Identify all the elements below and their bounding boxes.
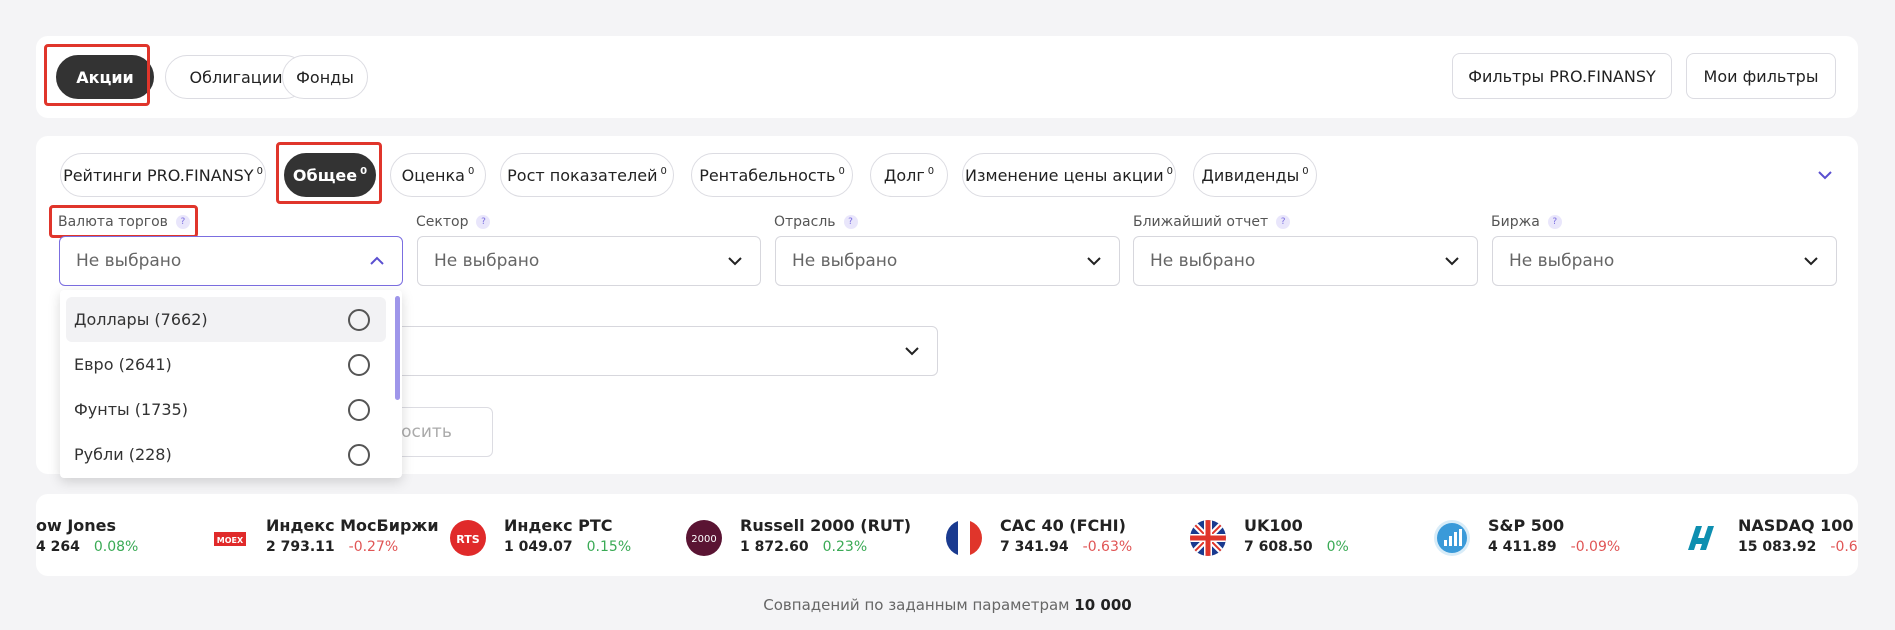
help-icon[interactable]: ? [1276,215,1291,229]
currency-option-dollars[interactable]: Доллары (7662) [66,297,386,342]
tab-funds[interactable]: Фонды [282,55,368,99]
chevron-down-icon [905,347,919,356]
ticker-item-sp500[interactable]: S&P 500 4 411.89 -0.09% [1434,516,1654,558]
currency-option-rubles[interactable]: Рубли (228) [66,432,386,477]
rts-logo-icon: RTS [450,520,486,556]
ticker-item-rts[interactable]: RTS Индекс РТС 1 049.07 0.15% [450,516,650,558]
filter-label-industry: Отрасль? [774,214,858,230]
results-count: Совпадений по заданным параметрам 10 000 [763,596,1132,614]
category-price-change[interactable]: Изменение цены акции 0 [962,153,1176,197]
help-icon[interactable]: ? [175,215,190,229]
uk-flag-icon [1190,520,1226,556]
profinansy-filters-button[interactable]: Фильтры PRO.FINANSY [1452,53,1672,99]
sector-select[interactable]: Не выбрано [417,236,761,286]
sp500-logo-icon [1434,520,1470,556]
category-dividends[interactable]: Дивиденды 0 [1193,153,1317,197]
chevron-up-icon [370,256,384,265]
radio-icon [348,399,370,421]
filter-label-exchange: Биржа? [1491,214,1562,230]
ticker-item-russell[interactable]: 2000 Russell 2000 (RUT) 1 872.60 0.23% [686,516,911,558]
chevron-down-icon [728,257,742,266]
asset-type-bar: Акции Облигации Фонды Фильтры PRO.FINANS… [36,36,1858,118]
ticker-item-uk100[interactable]: UK100 7 608.50 0% [1190,516,1390,558]
filter-label-currency: Валюта торгов? [58,214,190,230]
ticker-item-moex[interactable]: MOEX Индекс МосБиржи 2 793.11 -0.27% [212,516,439,558]
france-flag-icon [946,520,982,556]
svg-text:MOEX: MOEX [217,536,244,545]
svg-text:2000: 2000 [691,534,716,545]
moex-logo-icon: MOEX [212,520,248,556]
dropdown-scrollbar[interactable] [395,296,400,400]
ticker-item-dowjones[interactable]: ow Jones 4 264 0.08% [36,516,182,558]
expand-categories-icon[interactable] [1816,166,1834,184]
help-icon[interactable]: ? [1547,215,1562,229]
currency-option-euro[interactable]: Евро (2641) [66,342,386,387]
exchange-select[interactable]: Не выбрано [1492,236,1837,286]
industry-select[interactable]: Не выбрано [775,236,1120,286]
tab-stocks[interactable]: Акции [56,55,154,99]
category-ratings[interactable]: Рейтинги PRO.FINANSY 0 [60,153,266,197]
currency-select[interactable]: Не выбрано [59,236,403,286]
category-profitability[interactable]: Рентабельность 0 [691,153,853,197]
category-general[interactable]: Общее 0 [284,153,376,197]
chevron-down-icon [1087,257,1101,266]
russell-logo-icon: 2000 [686,520,722,556]
category-valuation[interactable]: Оценка 0 [390,153,486,197]
radio-icon [348,354,370,376]
chevron-down-icon [1445,257,1459,266]
radio-icon [348,444,370,466]
ticker-item-nasdaq[interactable]: NASDAQ 100 15 083.92 -0.6 [1684,516,1858,558]
category-growth[interactable]: Рост показателей 0 [500,153,674,197]
category-debt[interactable]: Долг 0 [870,153,948,197]
help-icon[interactable]: ? [843,215,858,229]
next-report-select[interactable]: Не выбрано [1133,236,1478,286]
currency-dropdown: Доллары (7662) Евро (2641) Фунты (1735) … [60,290,402,478]
currency-option-pounds[interactable]: Фунты (1735) [66,387,386,432]
radio-icon [348,309,370,331]
filter-label-next-report: Ближайший отчет? [1133,214,1291,230]
secondary-select[interactable] [380,326,938,376]
chevron-down-icon [1804,257,1818,266]
my-filters-button[interactable]: Мои фильтры [1686,53,1836,99]
index-ticker: ow Jones 4 264 0.08% MOEX Индекс МосБиржи… [36,494,1858,576]
nasdaq-logo-icon [1684,520,1720,556]
help-icon[interactable]: ? [476,215,491,229]
ticker-item-cac40[interactable]: CAC 40 (FCHI) 7 341.94 -0.63% [946,516,1166,558]
filter-label-sector: Сектор? [416,214,491,230]
svg-text:RTS: RTS [456,533,479,546]
